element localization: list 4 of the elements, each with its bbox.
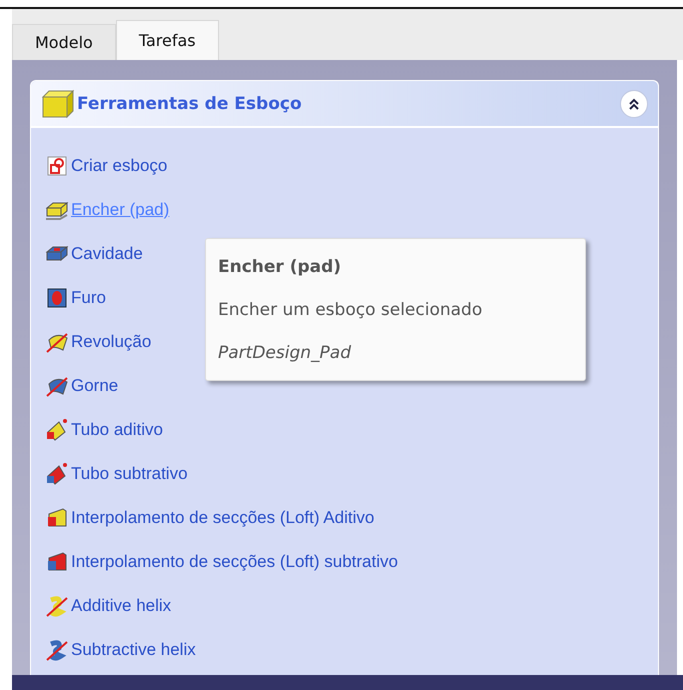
- tooltip-title: Encher (pad): [218, 256, 342, 278]
- tooltip-command: PartDesign_Pad: [218, 342, 352, 364]
- tooltip-description: Encher um esboço selecionado: [218, 298, 484, 322]
- panel-title: Ferramentas de Esboço: [77, 94, 303, 114]
